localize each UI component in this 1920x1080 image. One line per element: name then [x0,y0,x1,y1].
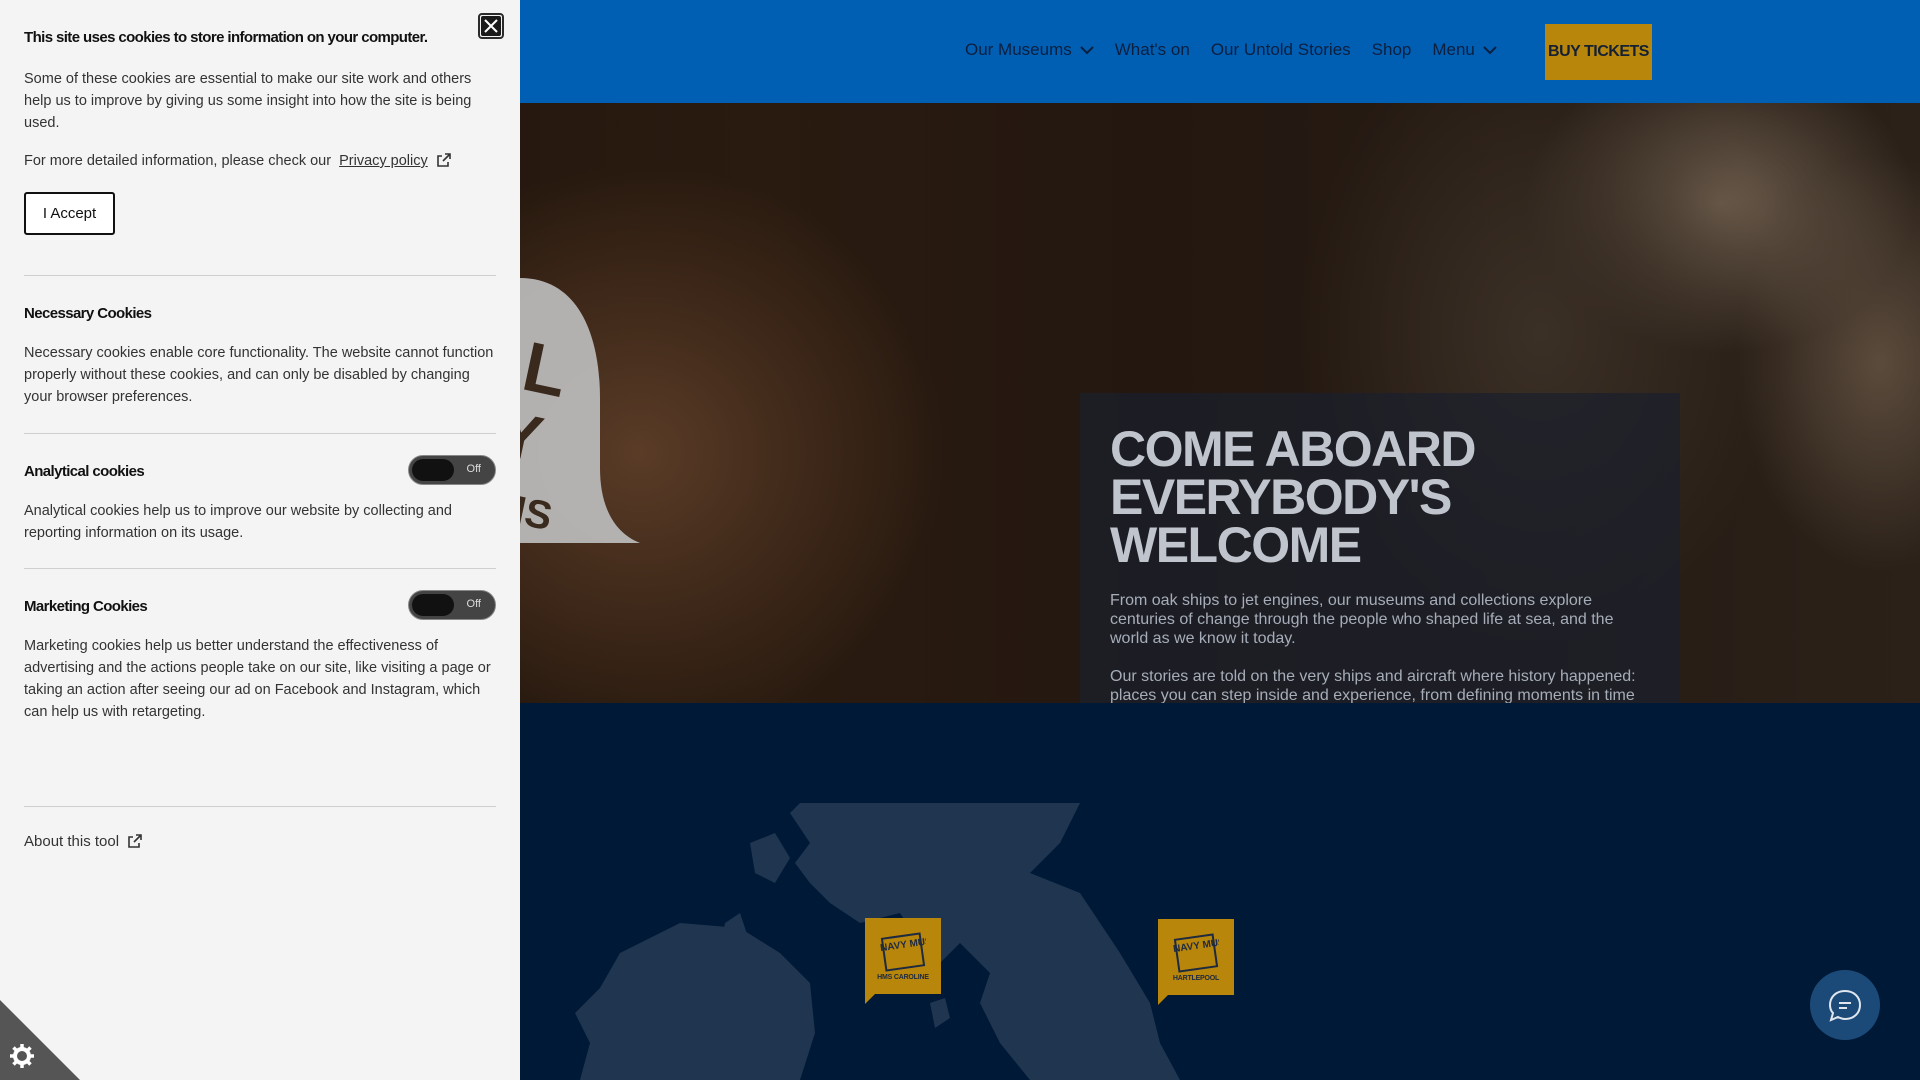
chevron-down-icon [1080,45,1094,54]
nav-shop-label: Shop [1371,40,1412,59]
cookie-consent-panel: This site uses cookies to store informat… [0,0,520,1080]
map-pin-hms-caroline[interactable]: ROYAL NAVY MUSEUMS HMS CAROLINE [865,918,941,1004]
analytical-cookies-text: Analytical cookies help us to improve ou… [24,503,452,541]
necessary-cookies-text: Necessary cookies enable core functional… [24,345,494,405]
about-this-tool-label: About this tool [24,833,120,850]
nav-menu[interactable]: Menu [1432,40,1497,60]
close-cookie-panel-button[interactable] [478,13,504,39]
hero-text-box: COME ABOARD EVERYBODY'S WELCOME From oak… [1080,393,1680,703]
cookie-info-text: For more detailed information, please ch… [24,150,494,172]
about-this-tool-link[interactable]: About this tool [24,833,143,850]
toggle-state-label: Off [466,463,481,475]
analytical-cookies-title: Analytical cookies [24,463,145,480]
necessary-cookies-title: Necessary Cookies [24,305,152,322]
nav-whats-on-label: What's on [1114,40,1190,59]
close-icon [481,16,501,36]
accept-cookies-button[interactable]: I Accept [24,192,115,235]
toggle-knob [412,594,454,616]
divider [24,275,496,276]
marketing-cookies-text: Marketing cookies help us better underst… [24,638,491,720]
chat-icon [1828,989,1862,1022]
nav-our-museums[interactable]: Our Museums [965,40,1094,60]
divider [24,806,496,807]
royal-navy-museums-logo: ROYAL NAVY MUSEUMS [880,932,926,972]
privacy-policy-link[interactable]: Privacy policy [339,153,428,169]
external-link-icon [128,834,142,848]
hero-paragraph-1: From oak ships to jet engines, our museu… [1110,592,1614,647]
toggle-knob [412,459,454,481]
hero-title: COME ABOARD EVERYBODY'S WELCOME [1110,421,1476,573]
marketing-cookies-title: Marketing Cookies [24,598,148,615]
cookie-panel-title: This site uses cookies to store informat… [24,29,428,46]
nav-shop[interactable]: Shop [1372,40,1412,60]
divider [24,568,496,569]
pin-label: HMS CAROLINE [877,973,929,981]
analytical-cookies-toggle[interactable]: Off [408,455,496,485]
pin-label: HARTLEPOOL [1172,974,1220,982]
map-pin-hartlepool[interactable]: ROYAL NAVY MUSEUMS HARTLEPOOL [1158,919,1234,1005]
nav-untold-stories-label: Our Untold Stories [1210,40,1351,59]
nav-untold-stories[interactable]: Our Untold Stories [1211,40,1351,60]
nav-menu-label: Menu [1432,40,1475,59]
cookie-settings-button[interactable] [0,1000,80,1080]
external-link-icon [436,153,451,167]
buy-tickets-button[interactable]: BUY TICKETS [1545,24,1652,80]
chat-button[interactable] [1810,970,1880,1040]
cookie-info-prefix: For more detailed information, please ch… [24,153,332,169]
nav-our-museums-label: Our Museums [965,40,1072,59]
royal-navy-museums-logo: ROYAL NAVY MUSEUMS [1173,933,1219,973]
nav-whats-on[interactable]: What's on [1115,40,1190,60]
chevron-down-icon [1483,45,1497,54]
divider [24,433,496,434]
cookie-intro-text: Some of these cookies are essential to m… [24,71,472,131]
toggle-state-label: Off [466,598,481,610]
main-nav: Our Museums What's on Our Untold Stories… [965,0,1497,100]
marketing-cookies-toggle[interactable]: Off [408,590,496,620]
hero-paragraph-2: Our stories are told on the very ships a… [1110,668,1636,703]
